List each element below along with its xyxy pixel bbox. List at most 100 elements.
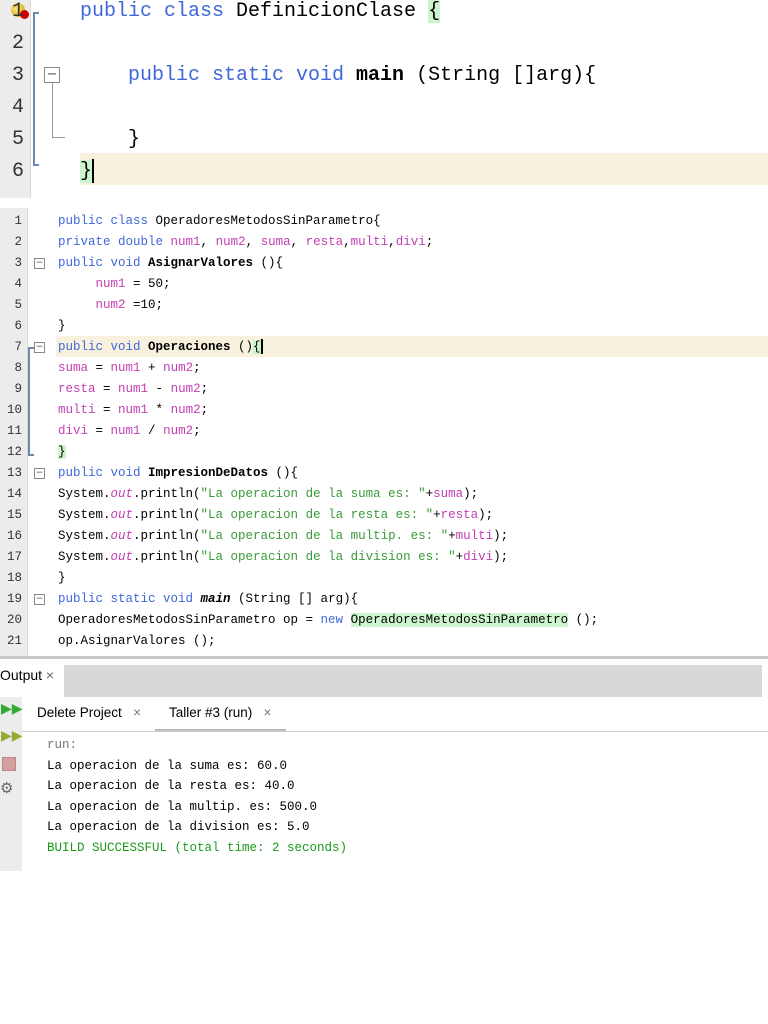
code-line[interactable]: System.out.println("La operacion de la r… [58, 505, 493, 526]
code-token: num1 [58, 277, 126, 291]
code-token: ; [200, 382, 209, 396]
line-number: 7 [14, 340, 22, 354]
code-line[interactable]: public class OperadoresMetodosSinParamet… [58, 211, 381, 232]
fold-line [52, 83, 65, 138]
line-number: 1 [14, 214, 22, 228]
code-token: "La operacion de la suma es: " [200, 487, 426, 501]
code-line[interactable]: } [58, 316, 66, 337]
toolbar: ▶▶ ▶▶ ⚙ [0, 697, 23, 871]
code-token: .println( [133, 550, 201, 564]
code-line[interactable]: op.AsignarValores (); [58, 631, 216, 652]
code-token: , [290, 235, 306, 249]
line-number: 12 [6, 445, 22, 459]
tab-output-label: Output [0, 667, 43, 683]
rerun-with-options-icon[interactable]: ▶▶ [1, 728, 23, 744]
code-token: () [230, 340, 254, 354]
stop-icon[interactable] [2, 757, 16, 771]
subtab-label: Taller #3 (run) [169, 705, 253, 720]
code-line[interactable]: multi = num1 * num2; [58, 400, 208, 421]
fold-toggle[interactable]: − [34, 258, 45, 269]
code-line[interactable]: public void Operaciones (){ [58, 337, 263, 358]
code-token: public void [58, 256, 149, 270]
close-icon[interactable]: × [264, 705, 272, 720]
fold-toggle[interactable]: − [34, 342, 45, 353]
code-token: (){ [268, 466, 299, 480]
line-number: 18 [6, 571, 22, 585]
code-token: (){ [253, 256, 284, 270]
code-token: } [58, 445, 66, 459]
settings-icon[interactable]: ⚙ [0, 779, 13, 797]
code-token: ); [463, 487, 479, 501]
code-token: "La operacion de la resta es: " [200, 508, 434, 522]
line-number: 9 [14, 382, 22, 396]
code-line[interactable]: public void AsignarValores (){ [58, 253, 283, 274]
line-number: 2 [14, 235, 22, 249]
code-token: ); [478, 508, 494, 522]
subtab-taller-run[interactable]: Taller #3 (run) × [155, 697, 286, 732]
code-token: (String [] arg){ [230, 592, 359, 606]
console-line: La operacion de la resta es: 40.0 [47, 779, 295, 793]
code-line[interactable]: private double num1, num2, suma, resta,m… [58, 232, 433, 253]
console-output[interactable]: run: La operacion de la suma es: 60.0 La o… [47, 735, 347, 858]
code-token: DefinicionClase [236, 0, 429, 23]
code-token: out [110, 508, 134, 522]
code-line[interactable]: num1 = 50; [58, 274, 171, 295]
code-token: public void [58, 466, 149, 480]
subtab-delete-project[interactable]: Delete Project × [37, 705, 141, 720]
code-line[interactable]: public void ImpresionDeDatos (){ [58, 463, 298, 484]
code-line[interactable]: System.out.println("La operacion de la s… [58, 484, 478, 505]
code-line[interactable]: num2 =10; [58, 295, 164, 316]
line-number: 4 [11, 96, 24, 119]
line-number: 5 [14, 298, 22, 312]
line-number: 3 [11, 64, 24, 87]
code-token: + [455, 550, 464, 564]
code-token: "La operacion de la division es: " [200, 550, 456, 564]
code-token: num2 [170, 382, 201, 396]
code-line[interactable]: suma = num1 + num2; [58, 358, 201, 379]
code-line[interactable]: } [80, 124, 140, 156]
code-token: private double [58, 235, 171, 249]
code-line[interactable]: } [58, 568, 66, 589]
code-token: System. [58, 487, 111, 501]
code-token: System. [58, 508, 111, 522]
code-line[interactable]: resta = num1 - num2; [58, 379, 208, 400]
code-line[interactable]: OperadoresMetodosSinParametro op = new O… [58, 610, 598, 631]
code-line[interactable]: public class DefinicionClase { [80, 0, 441, 28]
rerun-icon[interactable]: ▶▶ [1, 701, 23, 717]
code-line[interactable]: public static void main (String []arg){ [80, 60, 596, 92]
fold-bar [28, 347, 34, 456]
code-token: + [425, 487, 434, 501]
line-number: 16 [6, 529, 22, 543]
line-number: 15 [6, 508, 22, 522]
code-token: resta [58, 382, 96, 396]
code-line[interactable]: divi = num1 / num2; [58, 421, 201, 442]
code-token: System. [58, 529, 111, 543]
code-token: divi [463, 550, 494, 564]
line-number: 4 [14, 277, 22, 291]
code-token: num2 [163, 361, 194, 375]
close-icon[interactable]: × [46, 667, 54, 683]
fold-toggle[interactable]: − [34, 468, 45, 479]
code-line[interactable]: System.out.println("La operacion de la m… [58, 526, 508, 547]
code-token: } [80, 128, 141, 151]
code-token: resta [305, 235, 344, 249]
tab-bar-bg [64, 665, 762, 697]
fold-toggle[interactable]: − [34, 594, 45, 605]
line-number: 1 [11, 0, 24, 23]
tab-output[interactable]: Output × [0, 667, 54, 683]
output-window: Output × ▶▶ ▶▶ ⚙ Delete Project × Taller… [0, 659, 768, 871]
code-token: suma [260, 235, 291, 249]
console-line: run: [47, 738, 78, 752]
code-token: .println( [133, 487, 201, 501]
line-number: 3 [14, 256, 22, 270]
close-icon[interactable]: × [133, 705, 141, 720]
code-line[interactable]: System.out.println("La operacion de la d… [58, 547, 508, 568]
code-line[interactable]: public static void main (String [] arg){ [58, 589, 358, 610]
line-number: 8 [14, 361, 22, 375]
code-token: resta [440, 508, 479, 522]
code-token: out [110, 529, 134, 543]
code-line[interactable]: } [80, 156, 95, 188]
code-line[interactable]: } [58, 442, 66, 463]
code-token: num2 [215, 235, 246, 249]
fold-toggle[interactable]: − [44, 67, 60, 83]
